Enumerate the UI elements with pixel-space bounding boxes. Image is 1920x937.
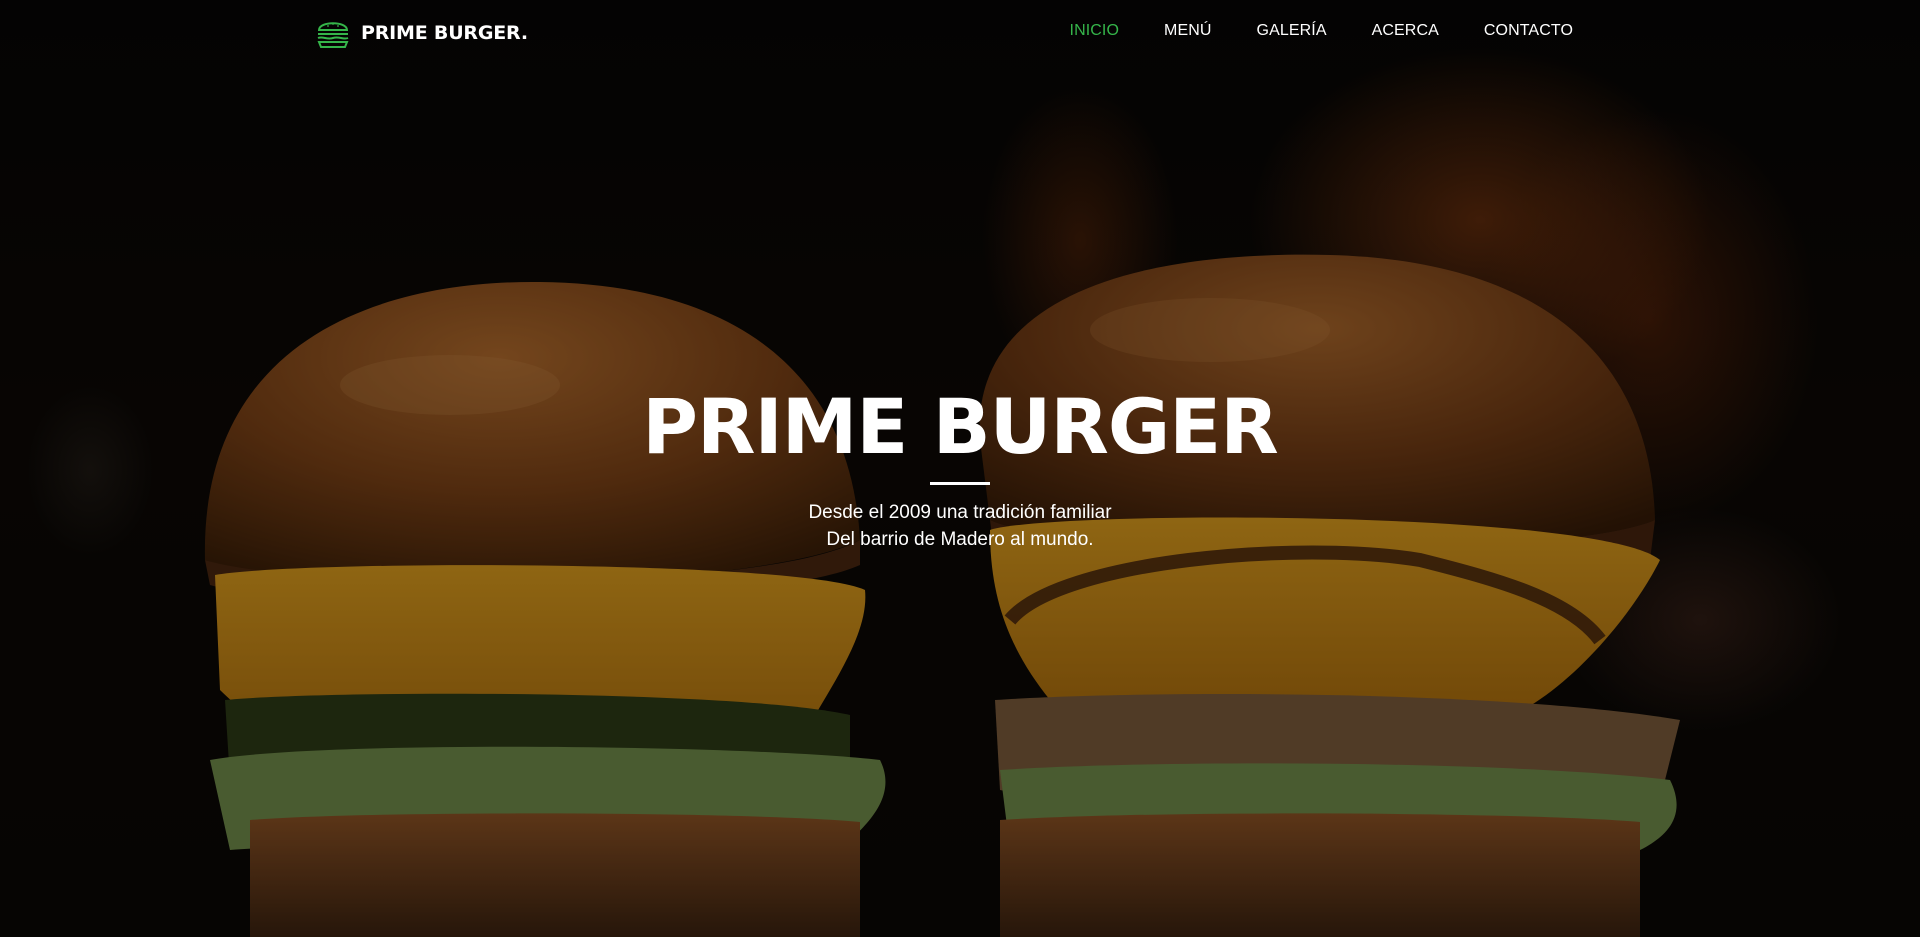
site-header: PRIME BURGER. INICIO MENÚ GALERÍA ACERCA… [0,0,1920,66]
hero-subtitle-line-2: Del barrio de Madero al mundo. [826,529,1094,550]
hero-content: PRIME BURGER Desde el 2009 una tradición… [0,382,1920,553]
nav-item-acerca[interactable]: ACERCA [1372,22,1439,40]
hero-title: PRIME BURGER [642,382,1278,471]
nav-item-menu[interactable]: MENÚ [1164,22,1212,40]
hero-divider [930,482,990,485]
brand-logo-link[interactable]: PRIME BURGER. [315,16,528,50]
brand-name: PRIME BURGER. [361,22,528,44]
nav-item-galeria[interactable]: GALERÍA [1257,22,1327,40]
main-nav: INICIO MENÚ GALERÍA ACERCA CONTACTO [1070,22,1573,40]
nav-item-contacto[interactable]: CONTACTO [1484,22,1573,40]
burger-icon [317,22,349,48]
hero-section: PRIME BURGER. INICIO MENÚ GALERÍA ACERCA… [0,0,1920,937]
hero-subtitle-line-1: Desde el 2009 una tradición familiar [808,502,1112,523]
nav-item-inicio[interactable]: INICIO [1070,22,1120,40]
